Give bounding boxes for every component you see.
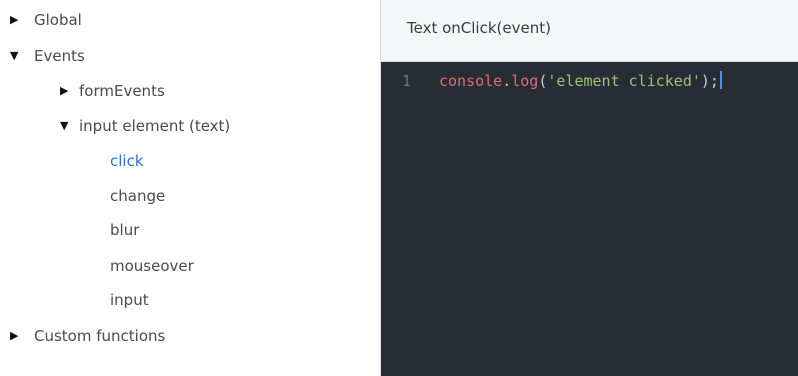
tree-item-label: input element (text): [79, 117, 231, 135]
code-token-ident: log: [511, 72, 539, 90]
tree-item-label: formEvents: [79, 82, 165, 100]
event-item-input[interactable]: input: [110, 288, 149, 312]
code-line[interactable]: 1 console.log('element clicked');: [381, 70, 722, 92]
tree-item-label: Events: [34, 47, 85, 65]
code-editor: Text onClick(event) 1 console.log('elemen…: [380, 0, 798, 376]
tree-item-events[interactable]: ▼ Events: [10, 44, 85, 68]
code-token-dot: .: [502, 72, 512, 90]
caret-down-icon: ▼: [60, 119, 69, 132]
editor-header: Text onClick(event): [381, 0, 798, 62]
code-area[interactable]: 1 console.log('element clicked');: [381, 62, 798, 376]
code-token-paren: );: [700, 72, 719, 90]
line-number: 1: [401, 72, 411, 90]
event-item-blur[interactable]: blur: [110, 218, 139, 242]
text-cursor: [719, 71, 722, 89]
code-token-string: 'element clicked': [547, 72, 701, 90]
event-item-click[interactable]: click: [110, 149, 144, 173]
tree-item-form-events[interactable]: ▶ formEvents: [60, 79, 165, 103]
caret-right-icon: ▶: [10, 13, 19, 26]
tree-item-label: Global: [34, 11, 82, 29]
tree-item-label: Custom functions: [34, 327, 166, 345]
tree-item-custom-functions[interactable]: ▶ Custom functions: [10, 324, 165, 348]
tree-item-input-element[interactable]: ▼ input element (text): [60, 114, 230, 138]
event-editor-panel: ▶ Global ▼ Events ▶ formEvents ▼ input eleme…: [0, 0, 798, 376]
tree-item-global[interactable]: ▶ Global: [10, 8, 82, 32]
caret-right-icon: ▶: [10, 329, 19, 342]
event-tree: ▶ Global ▼ Events ▶ formEvents ▼ input eleme…: [0, 0, 380, 376]
caret-down-icon: ▼: [10, 49, 19, 62]
event-item-change[interactable]: change: [110, 184, 165, 208]
code-token-ident: console: [439, 72, 503, 90]
editor-title: Text onClick(event): [407, 19, 551, 37]
event-item-mouseover[interactable]: mouseover: [110, 254, 194, 278]
caret-right-icon: ▶: [60, 84, 69, 97]
